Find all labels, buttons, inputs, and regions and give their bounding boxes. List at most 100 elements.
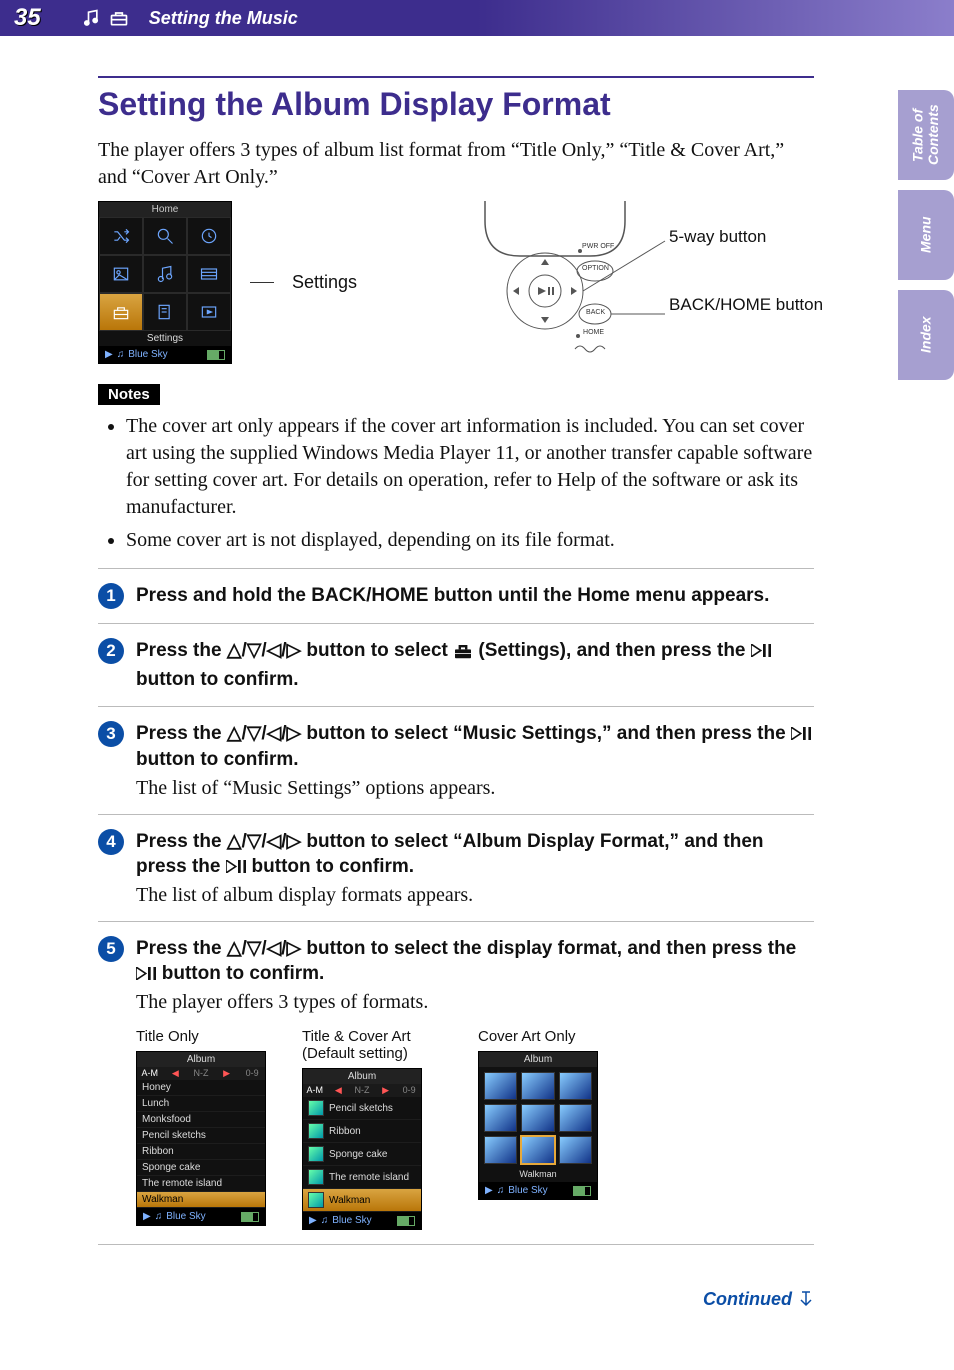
continued-text: Continued: [703, 1289, 792, 1310]
format-caption: Title & Cover Art (Default setting): [302, 1028, 442, 1062]
cover-art-icon: [308, 1100, 324, 1116]
rule: [98, 814, 814, 815]
cover-art-icon: [484, 1104, 517, 1132]
now-playing-text: Blue Sky: [166, 1211, 205, 1222]
home-icon-video: [187, 255, 231, 293]
dpad-icon: △/▽/◁/▷: [227, 723, 301, 744]
step-desc: The list of album display formats appear…: [136, 884, 814, 907]
note-item: The cover art only appears if the cover …: [126, 413, 814, 521]
cover-art-icon: [521, 1072, 554, 1100]
list-item-selected: Walkman: [303, 1189, 421, 1212]
cover-art-icon: [521, 1104, 554, 1132]
step-number: 3: [98, 721, 124, 747]
page-number: 35: [14, 4, 41, 32]
home-icon-nowplaying: [187, 293, 231, 331]
tab-index[interactable]: Index: [898, 290, 954, 380]
tab-nz: N-Z: [188, 1067, 214, 1080]
tab-am: A-M: [303, 1084, 327, 1097]
cover-art-icon: [484, 1136, 517, 1164]
dpad-icon: △/▽/◁/▷: [227, 640, 301, 661]
play-icon: ▶: [105, 349, 113, 360]
album-list: Pencil sketchs Ribbon Sponge cake The re…: [303, 1097, 421, 1212]
cover-art-icon: [308, 1146, 324, 1162]
tab-am: A-M: [137, 1067, 163, 1080]
figure-row: Home Settings ▶ ♫ Blue Sky Settings: [98, 201, 814, 364]
section-title: Setting the Music: [149, 8, 298, 29]
music-note-icon: ♫: [117, 349, 125, 360]
device-diagram: PWR OFF OPTION BACK HOME: [465, 201, 645, 361]
cover-art-icon: [559, 1136, 592, 1164]
format-title-cover: Title & Cover Art (Default setting) Albu…: [302, 1028, 442, 1230]
album-preview: Album Walkman: [478, 1051, 598, 1200]
play-pause-icon: [791, 727, 811, 740]
diagram-back: BACK: [586, 309, 605, 316]
step-3: 3 Press the △/▽/◁/▷ button to select “Mu…: [98, 721, 814, 799]
cover-art-icon: [308, 1169, 324, 1185]
album-preview: Album A-M◀ N-Z▶ 0-9 Honey Lunch Monksfoo…: [136, 1051, 266, 1226]
rule: [98, 706, 814, 707]
album-header: Album: [479, 1052, 597, 1067]
music-note-icon: [81, 8, 101, 28]
format-title-only: Title Only Album A-M◀ N-Z▶ 0-9 Honey Lun…: [136, 1028, 266, 1230]
home-icon-photo: [99, 255, 143, 293]
note-item: Some cover art is not displayed, dependi…: [126, 527, 814, 554]
cover-art-icon: [484, 1072, 517, 1100]
home-icon-playlist: [143, 293, 187, 331]
album-preview: Album A-M◀ N-Z▶ 0-9 Pencil sketchs Ribbo…: [302, 1068, 422, 1230]
home-title: Home: [99, 202, 231, 217]
step-lead: Press the △/▽/◁/▷ button to select “Musi…: [136, 721, 814, 772]
rule: [98, 568, 814, 569]
format-caption: Cover Art Only: [478, 1028, 608, 1045]
label-settings: Settings: [292, 272, 357, 293]
rule: [98, 921, 814, 922]
list-item: Ribbon: [137, 1144, 265, 1160]
step-2: 2 Press the △/▽/◁/▷ button to select (Se…: [98, 638, 814, 692]
toolbox-icon: [109, 8, 129, 28]
home-icon-music: [143, 255, 187, 293]
list-item: The remote island: [137, 1176, 265, 1192]
music-note-icon: ♫: [155, 1211, 163, 1222]
now-playing-foot: ▶ ♫ Blue Sky: [479, 1182, 597, 1199]
tab-menu[interactable]: Menu: [898, 190, 954, 280]
step-number: 1: [98, 583, 124, 609]
notes-label: Notes: [98, 384, 160, 405]
battery-icon: [573, 1186, 591, 1196]
arrow-down-icon: [798, 1291, 814, 1309]
leader-line: [250, 282, 274, 283]
tab-nz: N-Z: [350, 1084, 374, 1097]
tab-table-of-contents[interactable]: Table of Contents: [898, 90, 954, 180]
play-icon: ▶: [485, 1185, 493, 1196]
diagram-home: HOME: [583, 329, 604, 336]
step-4: 4 Press the △/▽/◁/▷ button to select “Al…: [98, 829, 814, 907]
album-header: Album: [303, 1069, 421, 1084]
list-item: The remote island: [303, 1166, 421, 1189]
diagram-pwr-off: PWR OFF: [582, 243, 614, 250]
battery-icon: [241, 1212, 259, 1222]
diagram-callouts: 5-way button BACK/HOME button: [669, 201, 789, 361]
list-item: Pencil sketchs: [137, 1128, 265, 1144]
step-1: 1 Press and hold the BACK/HOME button un…: [98, 583, 814, 609]
cover-grid: [479, 1067, 597, 1169]
now-playing-foot: ▶ ♫ Blue Sky: [303, 1212, 421, 1229]
notes-list: The cover art only appears if the cover …: [108, 413, 814, 554]
play-pause-icon: [751, 644, 771, 657]
step-5: 5 Press the △/▽/◁/▷ button to select the…: [98, 936, 814, 1230]
header-icons: [81, 8, 129, 28]
album-list: Honey Lunch Monksfood Pencil sketchs Rib…: [137, 1080, 265, 1208]
cover-art-selected: [521, 1136, 554, 1164]
cover-art-icon: [308, 1123, 324, 1139]
dpad-icon: △/▽/◁/▷: [227, 831, 301, 852]
step-number: 5: [98, 936, 124, 962]
home-selected-label: Settings: [99, 331, 231, 346]
now-playing-text: Blue Sky: [508, 1185, 547, 1196]
step-number: 2: [98, 638, 124, 664]
home-icon-search: [143, 217, 187, 255]
rule: [98, 1244, 814, 1245]
list-item: Monksfood: [137, 1112, 265, 1128]
step-desc: The list of “Music Settings” options app…: [136, 777, 814, 800]
cover-selected-label: Walkman: [479, 1169, 597, 1182]
album-header: Album: [137, 1052, 265, 1067]
settings-toolbox-icon: [453, 641, 473, 667]
list-item-selected: Walkman: [137, 1192, 265, 1208]
dpad-icon: △/▽/◁/▷: [227, 938, 301, 959]
